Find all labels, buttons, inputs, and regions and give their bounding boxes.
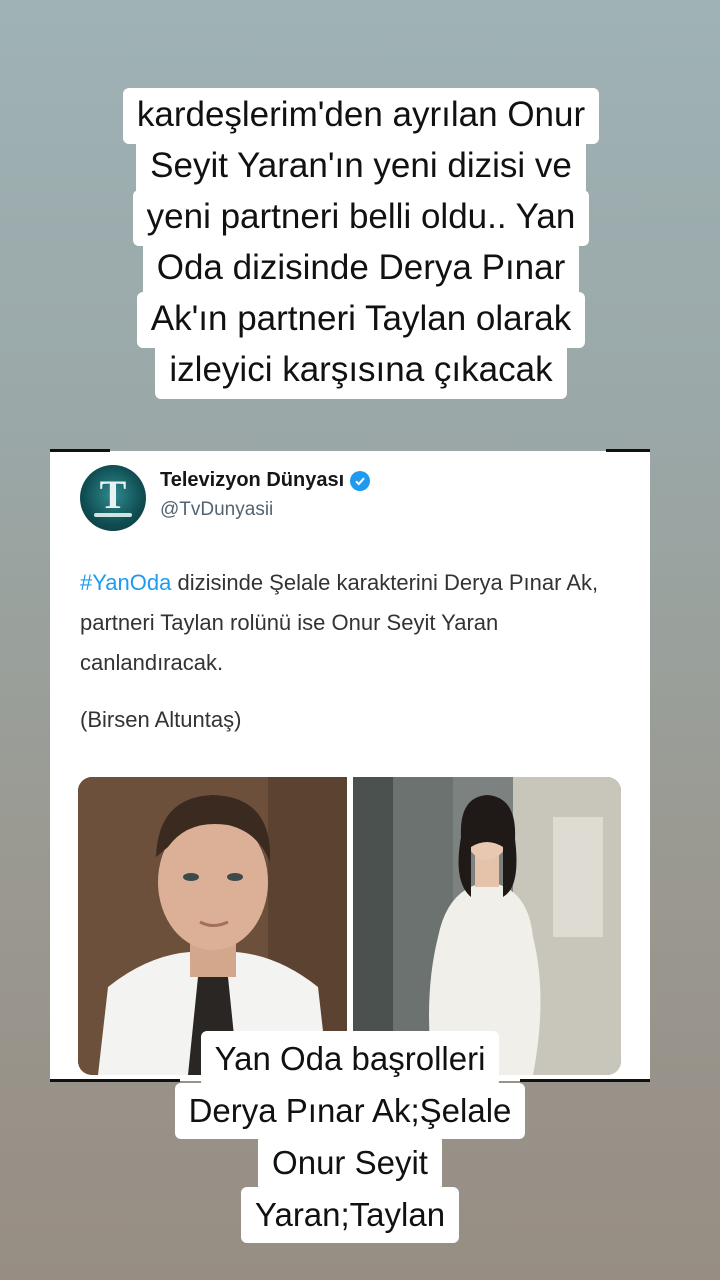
- caption-line: Ak'ın partneri Taylan olarak: [136, 292, 586, 348]
- caption-line: Yan Oda başrolleri: [200, 1031, 500, 1087]
- caption-line: Seyit Yaran'ın yeni dizisi ve: [136, 139, 586, 195]
- caption-line: Onur Seyit: [258, 1135, 442, 1191]
- caption-line: kardeşlerim'den ayrılan Onur: [122, 88, 600, 144]
- tweet-text: #YanOda dizisinde Şelale karakterini Der…: [80, 563, 625, 683]
- tweet-credit: (Birsen Altuntaş): [80, 707, 242, 732]
- televizyon-dunyasi-logo-icon[interactable]: T: [80, 465, 146, 531]
- account-name[interactable]: Televizyon Dünyası: [160, 469, 371, 492]
- divider-top-left: [50, 449, 110, 452]
- account-name-label: Televizyon Dünyası: [160, 469, 345, 491]
- caption-line: Yaran;Taylan: [240, 1187, 460, 1243]
- hashtag-link[interactable]: #YanOda: [80, 570, 171, 595]
- bottom-caption: Yan Oda başrolleri Derya Pınar Ak;Şelale…: [140, 1031, 560, 1243]
- verified-badge-icon: [350, 470, 371, 491]
- caption-line: Oda dizisinde Derya Pınar: [142, 241, 580, 297]
- tweet-card[interactable]: T Televizyon Dünyası @TvDunyasii #YanOda…: [50, 451, 650, 1081]
- caption-line: izleyici karşısına çıkacak: [155, 343, 567, 399]
- top-caption: kardeşlerim'den ayrılan Onur Seyit Yaran…: [46, 88, 676, 399]
- caption-line: Derya Pınar Ak;Şelale: [174, 1083, 526, 1139]
- divider-top-right: [606, 449, 650, 452]
- account-handle[interactable]: @TvDunyasii: [160, 499, 273, 521]
- caption-line: yeni partneri belli oldu.. Yan: [132, 190, 590, 246]
